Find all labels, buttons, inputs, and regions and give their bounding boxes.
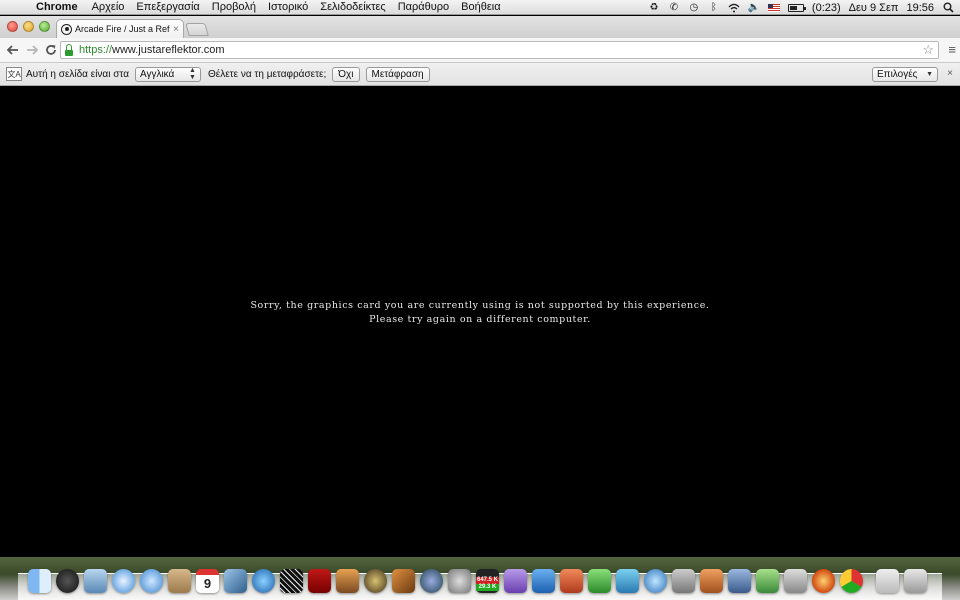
window-controls (7, 21, 50, 32)
reload-button[interactable] (41, 41, 60, 60)
network-down-rate: 29.3 K (476, 584, 499, 591)
chrome-menu-icon[interactable]: ≡ (948, 42, 956, 57)
grid-app-icon[interactable] (280, 569, 303, 593)
battery-icon[interactable] (787, 3, 806, 12)
tab-title: Arcade Fire / Just a Reflektor (75, 24, 171, 34)
battery-time: (0:23) (811, 1, 841, 14)
wifi-icon[interactable] (728, 2, 740, 14)
calendar-day: 9 (203, 576, 212, 591)
dock-icons: 9 647.5 K 29.3 K (28, 565, 948, 593)
utilities-icon[interactable] (784, 569, 807, 593)
keynote-icon[interactable] (700, 569, 723, 593)
menu-edit[interactable]: Επεξεργασία (136, 1, 199, 13)
forward-button[interactable] (22, 41, 41, 60)
preview-icon[interactable] (336, 569, 359, 593)
url-scheme: https:// (79, 44, 113, 56)
no-translate-button[interactable]: Όχι (332, 66, 360, 82)
address-book-icon[interactable] (168, 569, 191, 593)
tab-active[interactable]: Arcade Fire / Just a Reflektor × (56, 19, 184, 38)
back-button[interactable] (3, 41, 22, 60)
bookmark-star-icon[interactable]: ☆ (922, 42, 934, 58)
menu-app-name[interactable]: Chrome (36, 1, 78, 13)
close-infobar-icon[interactable]: × (947, 68, 953, 79)
volume-icon[interactable]: 🔈 (748, 2, 760, 14)
url-text: https://www.justareflektor.com (79, 44, 225, 56)
menu-help[interactable]: Βοήθεια (461, 1, 500, 13)
imovie-icon[interactable] (364, 569, 387, 593)
network-up-rate: 647.5 K (476, 577, 499, 584)
site-favicon-icon (61, 23, 72, 35)
purple-app-icon[interactable] (504, 569, 527, 593)
tab-strip: Arcade Fire / Just a Reflektor × (0, 16, 960, 38)
url-host: www.justareflektor.com (112, 44, 225, 56)
close-window-button[interactable] (7, 21, 18, 32)
source-language-select[interactable]: Αγγλικά ▲ ▼ (134, 66, 201, 82)
menu-view[interactable]: Προβολή (212, 1, 256, 13)
tab-close-icon[interactable]: × (173, 24, 179, 35)
menu-file[interactable]: Αρχείο (92, 1, 125, 13)
pen-app-icon[interactable] (728, 569, 751, 593)
bluetooth-icon[interactable]: ᛒ (708, 2, 720, 14)
menubar-date[interactable]: Δευ 9 Σεπ (849, 2, 899, 14)
translate-options-button[interactable]: Επιλογές ▼ (872, 67, 938, 82)
dashboard-icon[interactable] (56, 569, 79, 593)
error-message: Sorry, the graphics card you are current… (0, 299, 960, 327)
calendar-icon[interactable]: 9 (196, 569, 219, 593)
finder-icon[interactable] (28, 569, 51, 593)
translate-button[interactable]: Μετάφραση (365, 66, 430, 82)
menu-bookmarks[interactable]: Σελιδοδείκτες (320, 1, 385, 13)
firefox-icon[interactable] (812, 569, 835, 593)
phone-icon[interactable]: ✆ (668, 2, 680, 14)
select-arrows-icon: ▲ ▼ (189, 67, 196, 81)
facetime-icon[interactable] (140, 569, 163, 593)
status-tray: ♻ ✆ ◷ ᛒ 🔈 (0:23) Δευ 9 Σεπ 19:56 (648, 0, 954, 15)
menu-window[interactable]: Παράθυρο (398, 1, 449, 13)
menubar-time[interactable]: 19:56 (906, 2, 934, 14)
translate-question: Θέλετε να τη μεταφράσετε; (207, 68, 327, 80)
secure-lock-icon[interactable] (64, 44, 74, 56)
excel-icon[interactable] (588, 569, 611, 593)
numbers-icon[interactable] (756, 569, 779, 593)
time-machine-icon[interactable]: ◷ (688, 2, 700, 14)
sync-icon[interactable]: ♻ (648, 2, 660, 14)
zoom-window-button[interactable] (39, 21, 50, 32)
new-tab-button[interactable] (185, 23, 209, 36)
itunes-icon[interactable] (252, 569, 275, 593)
globe-app-icon[interactable] (644, 569, 667, 593)
migration-assistant-icon[interactable] (672, 569, 695, 593)
garageband-icon[interactable] (392, 569, 415, 593)
safari-icon[interactable] (112, 569, 135, 593)
menu-history[interactable]: Ιστορικό (268, 1, 308, 13)
finder-window-icon[interactable] (876, 569, 899, 593)
system-preferences-icon[interactable] (448, 569, 471, 593)
error-message-line2: Please try again on a different computer… (369, 314, 591, 325)
powerpoint-icon[interactable] (560, 569, 583, 593)
translate-icon: 文A (6, 67, 22, 81)
photobooth-icon[interactable] (308, 569, 331, 593)
messenger-icon[interactable] (616, 569, 639, 593)
input-language-flag-icon[interactable] (767, 3, 780, 12)
iphoto-icon[interactable] (224, 569, 247, 593)
browser-toolbar: https://www.justareflektor.com ☆ ≡ (0, 38, 960, 63)
network-monitor-icon[interactable]: 647.5 K 29.3 K (476, 569, 499, 593)
time-machine-icon-dock[interactable] (420, 569, 443, 593)
spotlight-search-icon[interactable] (942, 2, 954, 14)
translate-infobar: 文A Αυτή η σελίδα είναι στα Αγγλικά ▲ ▼ Θέ… (0, 63, 960, 86)
address-bar[interactable]: https://www.justareflektor.com ☆ (60, 41, 939, 59)
mail-icon[interactable] (84, 569, 107, 593)
source-language-value: Αγγλικά (139, 68, 175, 80)
translate-prompt: Αυτή η σελίδα είναι στα (26, 68, 129, 80)
options-label: Επιλογές (877, 69, 918, 80)
menu-bar: Chrome Αρχείο Επεξεργασία Προβολή Ιστορι… (0, 0, 960, 15)
word-icon[interactable] (532, 569, 555, 593)
trash-icon[interactable] (904, 569, 927, 593)
error-message-line1: Sorry, the graphics card you are current… (250, 300, 710, 311)
page-content: Sorry, the graphics card you are current… (0, 87, 960, 557)
minimize-window-button[interactable] (23, 21, 34, 32)
chevron-down-icon: ▼ (926, 71, 933, 78)
dock: 9 647.5 K 29.3 K (0, 557, 960, 600)
chrome-icon[interactable] (840, 569, 863, 593)
